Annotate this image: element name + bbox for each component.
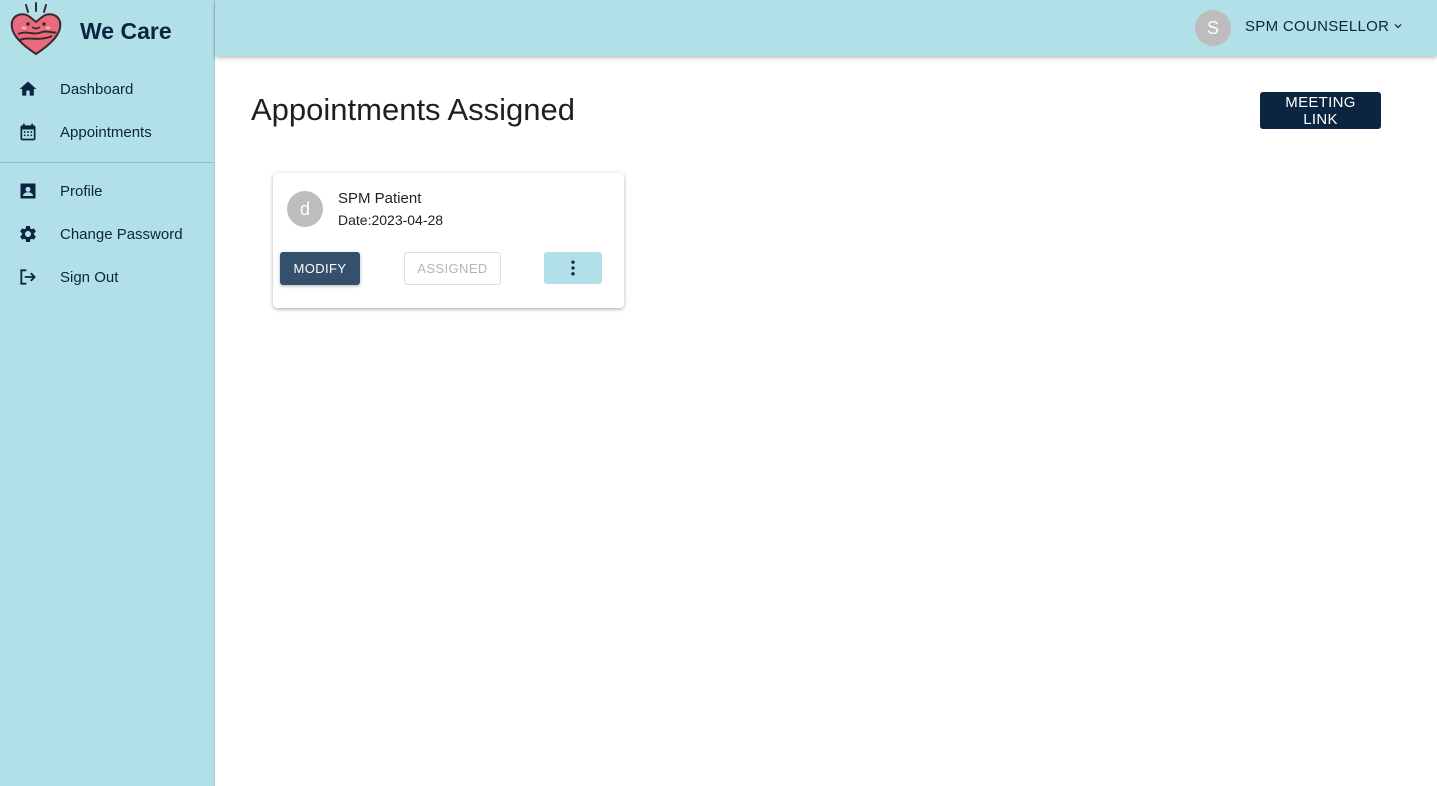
date-value: 2023-04-28 bbox=[371, 212, 444, 228]
sidebar-item-label: Change Password bbox=[60, 226, 183, 243]
date-label: Date: bbox=[338, 212, 372, 228]
assigned-status-button: ASSIGNED bbox=[404, 252, 501, 285]
sidebar-item-label: Dashboard bbox=[60, 81, 134, 98]
meeting-link-button[interactable]: MEETING LINK bbox=[1260, 92, 1381, 129]
appointment-date: Date:2023-04-28 bbox=[338, 212, 443, 228]
sidebar-item-label: Appointments bbox=[60, 124, 152, 141]
sidebar-item-appointments[interactable]: Appointments bbox=[0, 111, 214, 154]
appointment-card: d SPM Patient Date:2023-04-28 MODIFY ASS… bbox=[273, 173, 624, 308]
sidebar-item-change-password[interactable]: Change Password bbox=[0, 213, 214, 256]
user-avatar[interactable]: S bbox=[1195, 10, 1231, 46]
sidebar-item-sign-out[interactable]: Sign Out bbox=[0, 256, 214, 299]
page-title: Appointments Assigned bbox=[251, 92, 575, 127]
home-icon bbox=[19, 81, 37, 96]
primary-nav: Dashboard Appointments bbox=[0, 68, 214, 154]
modify-button[interactable]: MODIFY bbox=[280, 252, 360, 285]
calendar-icon bbox=[20, 123, 36, 141]
brand-name: We Care bbox=[80, 18, 172, 44]
sidebar-divider bbox=[0, 162, 214, 163]
sidebar: We Care Dashboard Appointments Profile C… bbox=[0, 0, 215, 786]
heart-hug-logo bbox=[10, 2, 62, 56]
sidebar-item-profile[interactable]: Profile bbox=[0, 170, 214, 213]
more-options-button[interactable] bbox=[544, 252, 602, 284]
gear-icon bbox=[20, 226, 36, 242]
more-vertical-icon bbox=[571, 260, 575, 276]
user-menu-button[interactable]: SPM COUNSELLOR bbox=[1245, 18, 1389, 35]
chevron-down-icon[interactable] bbox=[1391, 19, 1405, 33]
logout-icon bbox=[20, 269, 36, 285]
top-bar: S SPM COUNSELLOR bbox=[215, 0, 1437, 56]
sidebar-item-dashboard[interactable]: Dashboard bbox=[0, 68, 214, 111]
contact-card-icon bbox=[20, 183, 36, 199]
patient-name: SPM Patient bbox=[338, 190, 422, 207]
sidebar-item-label: Profile bbox=[60, 183, 103, 200]
sidebar-item-label: Sign Out bbox=[60, 269, 119, 286]
secondary-nav: Profile Change Password Sign Out bbox=[0, 170, 214, 299]
avatar: d bbox=[287, 191, 323, 227]
brand[interactable]: We Care bbox=[0, 0, 214, 64]
